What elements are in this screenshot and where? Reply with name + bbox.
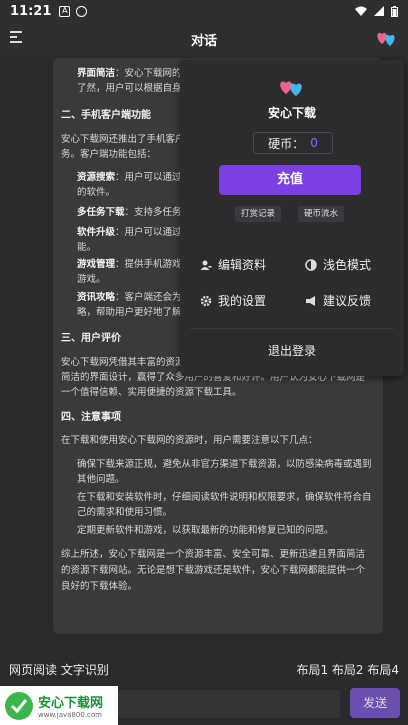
- recharge-button[interactable]: 充值: [219, 165, 361, 195]
- signal-icon: [374, 6, 384, 16]
- layout-tabs[interactable]: 布局1 布局2 布局4: [296, 661, 399, 678]
- logout-button[interactable]: 退出登录: [180, 342, 404, 359]
- divider: [190, 328, 394, 329]
- my-settings-item[interactable]: 我的设置: [200, 292, 266, 309]
- user-edit-icon: [200, 260, 212, 270]
- hamburger-icon[interactable]: [10, 31, 22, 45]
- article-line: 一个值得信赖、实用便捷的资源下载工具。: [61, 387, 242, 398]
- reward-log-button[interactable]: 打赏记录: [235, 206, 282, 222]
- status-bar: 11:21 A: [0, 0, 408, 22]
- page-title: 对话: [190, 33, 217, 49]
- contrast-icon: [305, 258, 317, 271]
- article-line: 其他问题。: [77, 474, 125, 485]
- gear-icon: [200, 295, 212, 306]
- megaphone-icon: [306, 295, 315, 306]
- edit-profile-label: 编辑资料: [218, 258, 267, 272]
- light-mode-label: 浅色模式: [323, 258, 372, 272]
- app-header: 对话: [0, 22, 408, 56]
- edit-profile-item[interactable]: 编辑资料: [200, 256, 266, 273]
- hearts-icon[interactable]: [376, 28, 398, 48]
- wifi-icon: [355, 6, 367, 16]
- article-line: 在下载和使用安心下载网的资源时，用户需要注意以下几点：: [61, 435, 318, 446]
- hearts-logo-icon: [280, 81, 302, 96]
- bottom-toolbar: 网页阅读 文字识别 布局1 布局2 布局4: [0, 660, 408, 680]
- article-line: 在下载和安装软件时，仔细阅读软件说明和权限要求，确保软件符合自: [77, 492, 372, 503]
- notification-square-icon: [76, 5, 88, 17]
- section-heading-4: 四、注意事项: [61, 412, 121, 423]
- article-line: 定期更新软件和游戏，以获取最新的功能和修复已知的问题。: [77, 525, 334, 536]
- user-popup-menu: 安心下载 硬币： 0 充值 打赏记录 硬币流水 编辑资料 浅色模式 我的设置 建…: [180, 60, 404, 376]
- coins-display: 硬币： 0: [253, 132, 333, 154]
- clock: 11:21: [10, 3, 52, 19]
- brand-watermark: 安心下载网 www.java800.com: [0, 686, 118, 725]
- brand-url: www.java800.com: [38, 711, 102, 719]
- brand-name: 安心下载网: [38, 696, 104, 711]
- article-line: 己的需求和使用习惯。: [77, 507, 173, 518]
- username: 安心下载: [267, 106, 316, 120]
- coin-flow-button[interactable]: 硬币流水: [298, 206, 345, 222]
- brand-logo-icon: [5, 691, 33, 720]
- article-line: 综上所述，安心下载网是一个资源丰富、安全可靠、更新迅速且界面简洁: [61, 549, 366, 560]
- my-settings-label: 我的设置: [218, 294, 267, 308]
- article-line: 的资源下载网站。无论是想下载游戏还是软件，安心下载网都能提供一个: [61, 565, 366, 576]
- coins-label: 硬币：: [268, 136, 305, 151]
- message-input[interactable]: [118, 690, 340, 718]
- feedback-label: 建议反馈: [323, 294, 372, 308]
- battery-icon: [391, 5, 398, 17]
- send-button[interactable]: 发送: [350, 688, 400, 718]
- light-mode-item[interactable]: 浅色模式: [305, 256, 371, 273]
- feedback-item[interactable]: 建议反馈: [305, 292, 371, 309]
- notification-a-icon: A: [59, 5, 71, 17]
- article-line: 良好的下载体验。: [61, 581, 138, 592]
- reading-ocr-tabs[interactable]: 网页阅读 文字识别: [9, 661, 109, 678]
- article-line: 确保下载来源正规，避免从非官方渠道下载资源，以防感染病毒或遇到: [77, 459, 372, 470]
- coins-value: 0: [310, 136, 318, 150]
